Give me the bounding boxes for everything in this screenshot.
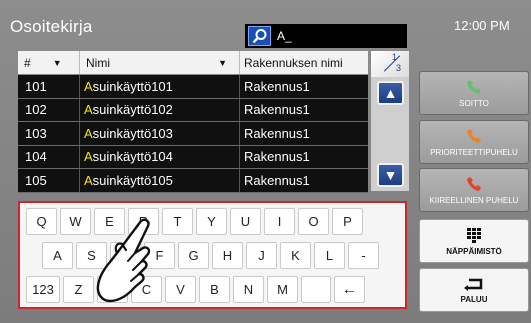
search-icon[interactable] <box>248 26 271 46</box>
table-row[interactable]: 104 Asuinkäyttö104 Rakennus1 <box>18 145 368 169</box>
keypad-button[interactable]: NÄPPÄIMISTÖ <box>419 219 529 263</box>
phone-icon <box>467 176 481 191</box>
priority-call-button[interactable]: PRIORITEETTIPUHELU <box>419 120 529 164</box>
key-h[interactable]: H <box>212 242 243 269</box>
key-m[interactable]: M <box>267 276 298 303</box>
key-z[interactable]: Z <box>63 276 94 303</box>
key-g[interactable]: G <box>178 242 209 269</box>
scroll-up-button[interactable]: ▲ <box>377 81 404 105</box>
key-c[interactable]: C <box>131 276 162 303</box>
key-y[interactable]: Y <box>196 208 227 235</box>
key-n[interactable]: N <box>233 276 264 303</box>
table-row[interactable]: 101 Asuinkäyttö101 Rakennus1 <box>18 75 368 99</box>
table-row[interactable]: 102 Asuinkäyttö102 Rakennus1 <box>18 98 368 122</box>
key-q[interactable]: Q <box>26 208 57 235</box>
key-hyphen[interactable]: - <box>348 242 379 269</box>
key-j[interactable]: J <box>246 242 277 269</box>
triangle-down-icon: ▼ <box>383 167 398 183</box>
table-row[interactable]: 105 Asuinkäyttö105 Rakennus1 <box>18 169 368 193</box>
key-k[interactable]: K <box>280 242 311 269</box>
scroll-down-button[interactable]: ▼ <box>377 163 404 187</box>
key-o[interactable]: O <box>298 208 329 235</box>
scrollbar[interactable]: 1 3 ▲ ▼ <box>371 51 409 191</box>
search-value: A_ <box>277 29 292 43</box>
clock: 12:00 PM <box>454 18 510 33</box>
column-header-number[interactable]: # ▼ <box>18 51 79 74</box>
emergency-call-button[interactable]: KIIREELLINEN PUHELU <box>419 168 529 212</box>
key-i[interactable]: I <box>264 208 295 235</box>
column-header-name[interactable]: Nimi ▼ <box>79 51 239 74</box>
keyboard-row-2: A S D F G H J K L - <box>42 242 382 269</box>
return-icon <box>464 278 483 291</box>
key-s[interactable]: S <box>76 242 107 269</box>
key-e[interactable]: E <box>94 208 125 235</box>
key-u[interactable]: U <box>230 208 261 235</box>
call-button[interactable]: SOITTO <box>419 71 529 115</box>
sort-down-icon: ▼ <box>218 57 227 68</box>
column-header-building[interactable]: Rakennuksen nimi <box>239 51 368 74</box>
key-v[interactable]: V <box>165 276 196 303</box>
key-p[interactable]: P <box>332 208 363 235</box>
key-f[interactable]: F <box>144 242 175 269</box>
page-indicator: 1 3 <box>371 51 409 77</box>
keyboard-row-3: 123 Z X C V B N M ← <box>26 276 368 303</box>
on-screen-keyboard: Q W E R T Y U I O P A S D F G H J K L - … <box>18 201 407 309</box>
key-b[interactable]: B <box>199 276 230 303</box>
key-a[interactable]: A <box>42 242 73 269</box>
key-x[interactable]: X <box>97 276 128 303</box>
triangle-up-icon: ▲ <box>383 85 398 101</box>
keypad-icon <box>467 227 481 243</box>
table-header: # ▼ Nimi ▼ Rakennuksen nimi <box>18 51 368 75</box>
address-table: # ▼ Nimi ▼ Rakennuksen nimi 101 Asuinkäy… <box>18 51 368 193</box>
key-l[interactable]: L <box>314 242 345 269</box>
search-input[interactable]: A_ <box>245 24 407 48</box>
key-space[interactable] <box>301 276 331 303</box>
phone-icon <box>467 79 481 94</box>
sort-down-icon: ▼ <box>52 57 62 68</box>
table-row[interactable]: 103 Asuinkäyttö103 Rakennus1 <box>18 122 368 146</box>
key-backspace[interactable]: ← <box>334 276 365 303</box>
key-d[interactable]: D <box>110 242 141 269</box>
keyboard-row-1: Q W E R T Y U I O P <box>26 208 366 235</box>
key-numeric-toggle[interactable]: 123 <box>26 276 60 303</box>
phone-icon <box>467 128 481 143</box>
back-button[interactable]: PALUU <box>419 268 529 312</box>
page-title: Osoitekirja <box>10 17 93 36</box>
key-t[interactable]: T <box>162 208 193 235</box>
key-r[interactable]: R <box>128 208 159 235</box>
key-w[interactable]: W <box>60 208 91 235</box>
